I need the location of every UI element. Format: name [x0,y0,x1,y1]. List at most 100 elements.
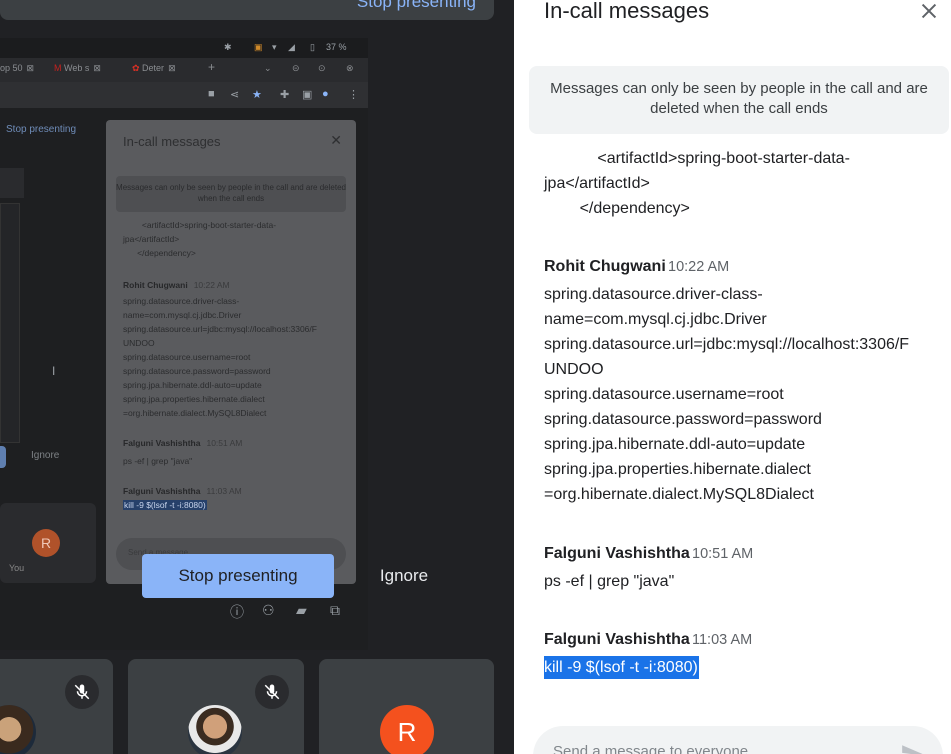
shared-close-window-icon: ⊗ [346,63,354,73]
shared-message-text: spring.datasource.driver-class- name=com… [123,296,317,418]
participant-tile[interactable]: R [319,659,494,754]
shared-signal-icon: ◢ [288,42,295,52]
shared-sender: Rohit Chugwani [123,280,188,290]
gear-icon: ✿ [132,63,143,73]
stop-presenting-button[interactable]: Stop presenting [142,554,334,598]
info-icon: ⓘ [230,604,244,620]
message-line: spring.jpa.properties.hibernate.dialect [544,461,811,478]
sidepanel-icon: ▣ [302,89,313,101]
selected-message-line[interactable]: kill -9 $(lsof -t -i:8080) [544,656,699,679]
close-icon: ⊠ [93,63,101,73]
shared-tab: M Web s ⊠ [54,63,101,81]
chat-icon: ▰ [296,602,307,618]
shared-panel-title: In-call messages [123,134,221,149]
shared-sender: Falguni Vashishtha [123,486,201,496]
message-line: spring.datasource.driver-class- [544,286,763,303]
close-icon[interactable] [918,0,940,22]
shared-tab-label: Web s [64,63,90,73]
shared-cast-icon: ▣ [254,42,263,52]
send-icon[interactable] [900,742,926,754]
text-cursor-icon: I [52,364,56,378]
message-time: 10:22 AM [668,259,730,275]
message-line: spring.datasource.url=jdbc:mysql://local… [544,336,910,353]
people-icon: ⚇ [262,602,275,618]
more-vert-icon: ⋮ [348,89,359,101]
ignore-button[interactable]: Ignore [363,554,445,598]
panel-title: In-call messages [544,0,710,23]
shared-tab: op 50 ⊠ [0,63,34,81]
message-time: 11:03 AM [692,632,753,648]
messages-notice: Messages can only be seen by people in t… [529,66,949,134]
mic-off-icon [65,675,99,709]
close-icon: ⊠ [168,63,176,73]
star-icon: ★ [252,89,262,101]
shared-chevron-down-icon: ⌄ [264,63,272,73]
message-line: =org.hibernate.dialect.MySQL8Dialect [544,486,814,503]
shared-selected-text: kill -9 $(lsof -t -i:8080) [123,500,207,510]
shared-message-header: Rohit Chugwani 10:22 AM [123,280,230,290]
top-stop-presenting-link[interactable]: Stop presenting [357,0,476,12]
shared-tile [0,203,20,443]
shared-address-bar: ■ ⋖ ★ ✚ ▣ ● ⋮ [0,82,368,108]
shared-new-tab-icon: + [208,60,216,74]
shared-status-bar: ✱ ▣ ▾ ◢ ▯ 37 % [0,38,368,58]
meeting-stage: Stop presenting ✱ ▣ ▾ ◢ ▯ 37 % op 50 ⊠ M … [0,0,514,754]
profile-icon: ● [322,88,329,100]
shared-tab-label: Deter [142,63,165,73]
message-sender: Rohit Chugwani [544,258,666,275]
message-line: UNDOO [544,361,604,378]
shared-tab-label: op 50 [0,63,23,73]
shared-panel-notice: Messages can only be seen by people in t… [116,176,346,212]
message-line: jpa</artifactId> [544,175,650,192]
shared-message-header: Falguni Vashishtha 11:03 AM [123,486,242,496]
shared-you-tile: R You [0,503,96,583]
close-icon: ⊠ [26,63,35,73]
shared-battery-text: 37 % [326,42,347,52]
shared-minimize-icon: ⊝ [292,63,300,73]
participant-avatar [188,705,242,754]
participant-avatar [0,705,36,754]
mic-off-icon [255,675,289,709]
message-input[interactable]: Send a message to everyone [533,726,943,754]
shared-wifi-icon: ▾ [272,42,277,52]
shared-time: 11:03 AM [206,486,242,496]
participant-avatar: R [380,705,434,754]
shared-time: 10:51 AM [206,438,243,448]
shared-stop-presenting: Stop presenting [6,124,77,135]
shared-tab: ✿ Deter ⊠ [132,63,176,81]
message-line: </dependency> [544,200,690,217]
message-sender: Falguni Vashishtha [544,545,690,562]
shared-message-text: <artifactId>spring-boot-starter-data- jp… [123,220,277,258]
extensions-icon: ✚ [280,89,290,101]
shared-time: 10:22 AM [193,280,230,290]
presenting-banner: Stop presenting [0,0,494,20]
participant-tile[interactable] [128,659,304,754]
shared-sender: Falguni Vashishtha [123,438,201,448]
shared-bluetooth-icon: ✱ [224,42,232,52]
share-icon: ⋖ [230,89,240,101]
message-line: name=com.mysql.cj.jdbc.Driver [544,311,767,328]
in-call-messages-panel: In-call messages Messages can only be se… [514,0,951,754]
shared-blue-button [0,446,6,468]
shared-you-avatar: R [32,529,60,557]
shared-you-label: You [9,563,25,573]
message-sender: Falguni Vashishtha [544,631,690,648]
activities-icon: ⧉ [330,602,340,618]
message-line: ps -ef | grep "java" [544,573,675,590]
message-input-placeholder: Send a message to everyone [553,743,749,754]
message-line: spring.datasource.username=root [544,386,784,403]
shared-tile [0,168,24,198]
shared-maximize-icon: ⊙ [318,63,326,73]
gmail-icon: M [54,63,64,73]
shared-message-header: Falguni Vashishtha 10:51 AM [123,438,242,448]
message-time: 10:51 AM [692,546,754,562]
shared-battery-icon: ▯ [310,42,315,52]
shared-meet-controls: ⓘ ⚇ ▰ ⧉ [230,602,360,622]
message-line: <artifactId>spring-boot-starter-data- [544,150,850,167]
message-line: spring.datasource.password=password [544,411,822,428]
close-icon: ✕ [330,132,342,148]
message-line: spring.jpa.hibernate.ddl-auto=update [544,436,806,453]
shared-messages-panel: In-call messages ✕ Messages can only be … [106,120,356,584]
camera-icon: ■ [208,88,215,100]
participant-tile[interactable] [0,659,113,754]
